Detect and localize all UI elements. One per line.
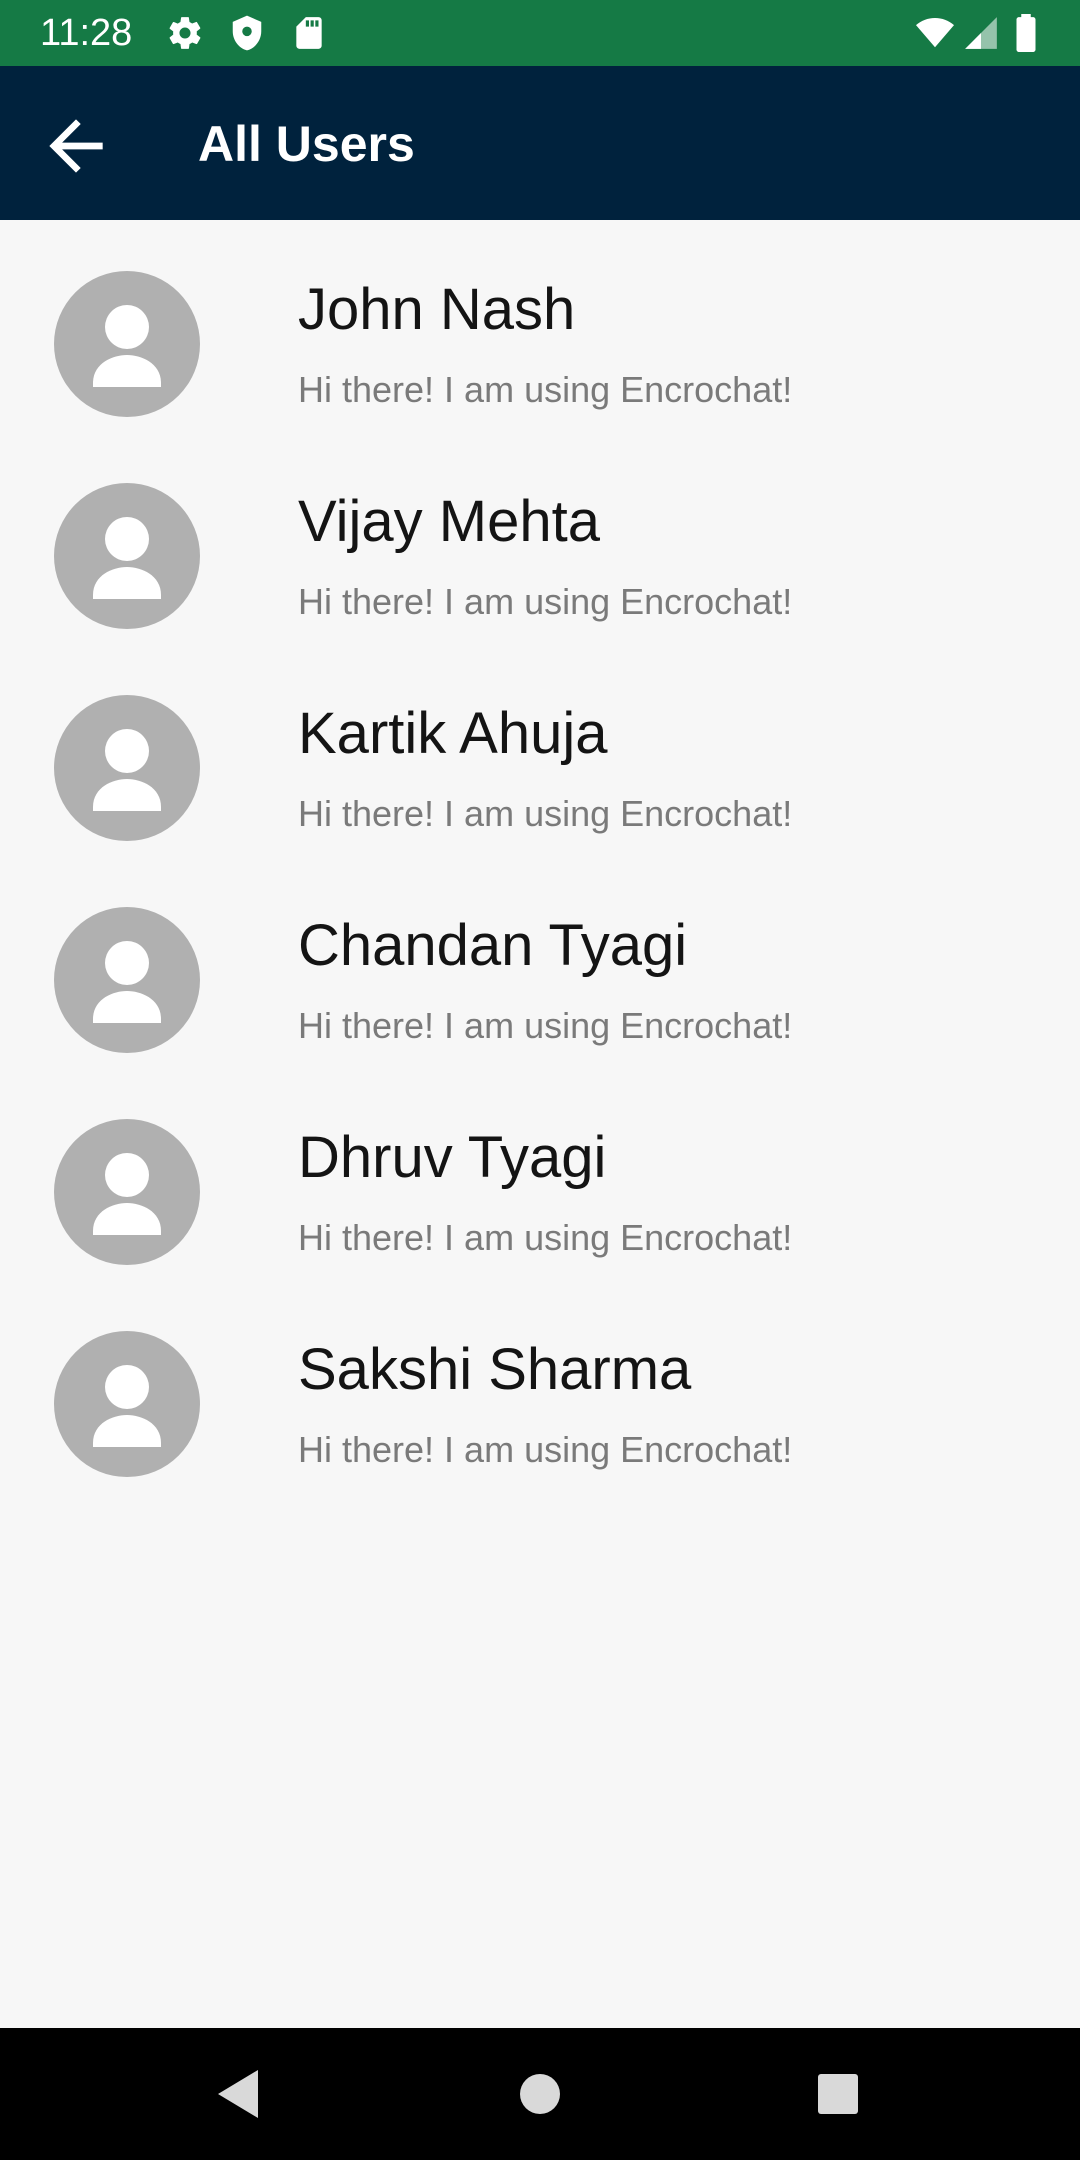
user-name: Dhruv Tyagi [298, 1125, 607, 1190]
user-name: John Nash [298, 277, 576, 342]
avatar-icon [54, 483, 200, 629]
signal-icon [962, 14, 1000, 52]
arrow-back-icon [49, 119, 103, 173]
nav-back-button[interactable] [208, 2062, 272, 2126]
user-name: Chandan Tyagi [298, 913, 688, 978]
user-status: Hi there! I am using Encrochat! [298, 1005, 793, 1046]
battery-icon [1010, 14, 1042, 52]
avatar-icon [54, 907, 200, 1053]
avatar-icon [54, 271, 200, 417]
status-bar: 11:28 [0, 0, 1080, 66]
user-status: Hi there! I am using Encrochat! [298, 581, 793, 622]
user-list-item[interactable]: Sakshi Sharma Hi there! I am using Encro… [0, 1280, 1080, 1492]
back-triangle-icon [218, 2070, 258, 2118]
nav-recents-button[interactable] [806, 2062, 870, 2126]
user-name: Sakshi Sharma [298, 1337, 692, 1402]
user-status: Hi there! I am using Encrochat! [298, 1429, 793, 1470]
avatar-icon [54, 695, 200, 841]
sd-card-icon [290, 14, 328, 52]
wifi-icon [912, 14, 958, 52]
home-circle-icon [520, 2074, 560, 2114]
page-title: All Users [198, 116, 415, 172]
shield-icon [228, 14, 266, 52]
user-list-item[interactable]: Dhruv Tyagi Hi there! I am using Encroch… [0, 1068, 1080, 1280]
user-name: Vijay Mehta [298, 489, 600, 554]
system-navigation-bar [0, 2028, 1080, 2160]
user-list-item[interactable]: Kartik Ahuja Hi there! I am using Encroc… [0, 644, 1080, 856]
user-list-item[interactable]: John Nash Hi there! I am using Encrochat… [0, 220, 1080, 432]
avatar-icon [54, 1119, 200, 1265]
user-list: John Nash Hi there! I am using Encrochat… [0, 220, 1080, 1492]
recents-square-icon [818, 2074, 858, 2114]
app-bar: All Users [0, 66, 1080, 220]
avatar-icon [54, 1331, 200, 1477]
nav-home-button[interactable] [508, 2062, 572, 2126]
back-button[interactable] [36, 106, 116, 186]
settings-icon [166, 14, 204, 52]
user-status: Hi there! I am using Encrochat! [298, 369, 793, 410]
user-list-item[interactable]: Chandan Tyagi Hi there! I am using Encro… [0, 856, 1080, 1068]
status-time: 11:28 [40, 12, 133, 54]
user-status: Hi there! I am using Encrochat! [298, 1217, 793, 1258]
user-status: Hi there! I am using Encrochat! [298, 793, 793, 834]
user-name: Kartik Ahuja [298, 701, 608, 766]
user-list-item[interactable]: Vijay Mehta Hi there! I am using Encroch… [0, 432, 1080, 644]
